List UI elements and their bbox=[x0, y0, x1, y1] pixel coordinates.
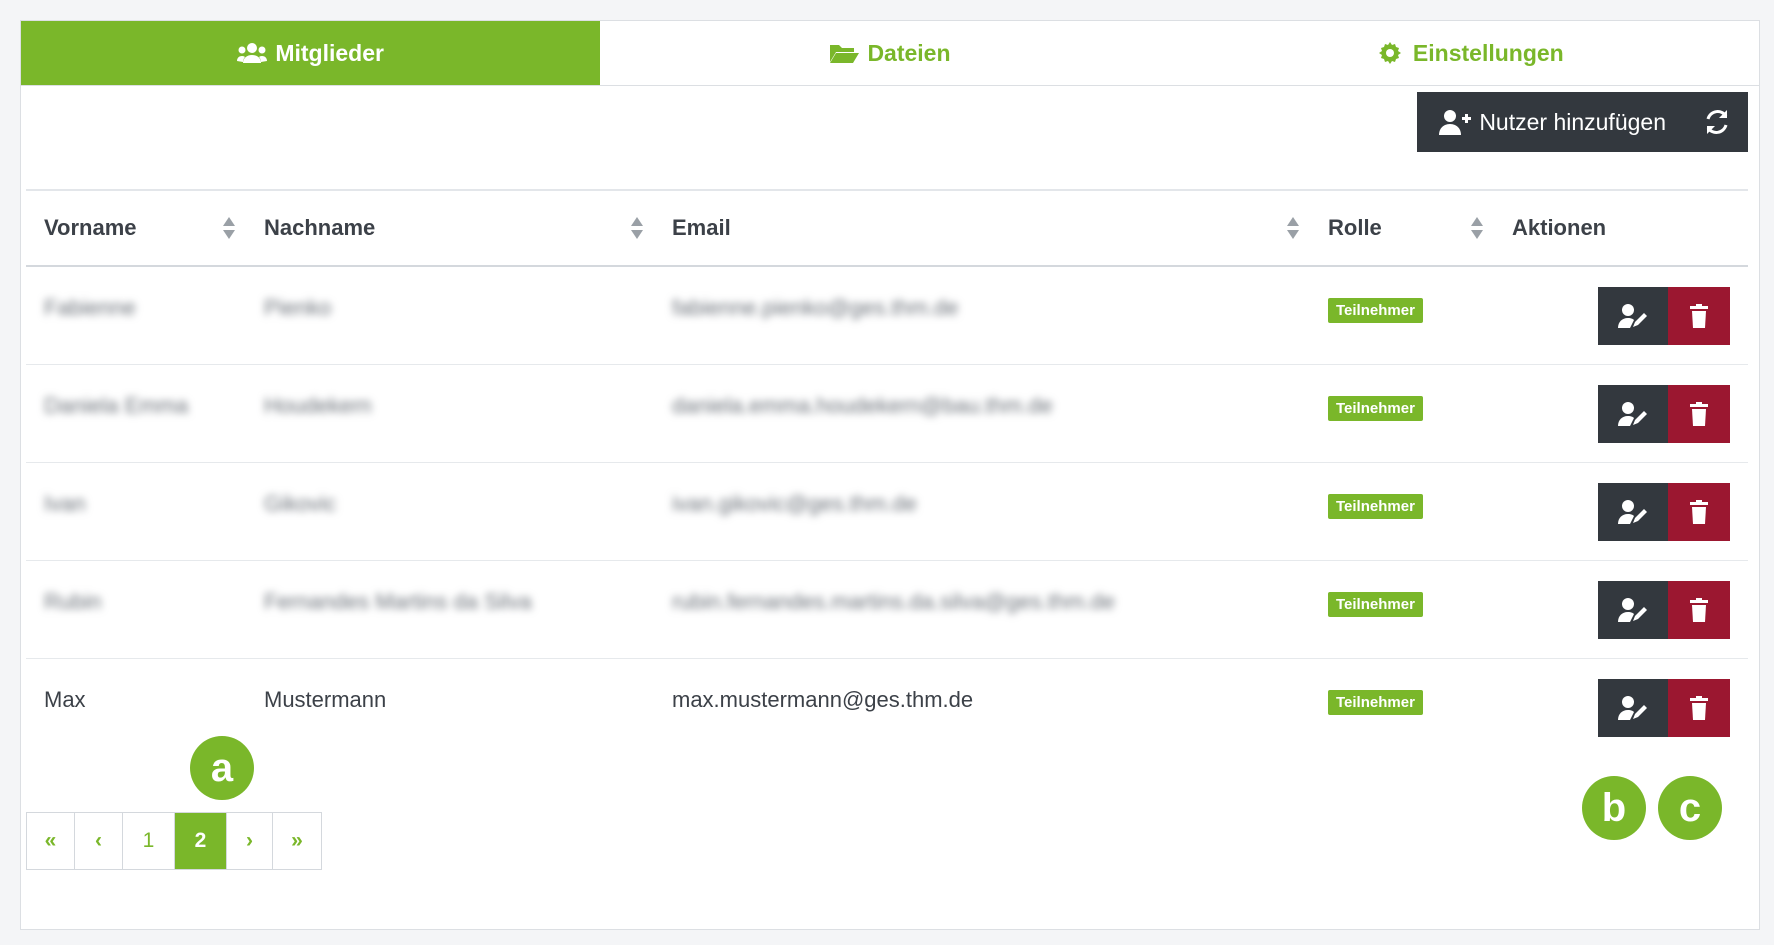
cell-role: Teilnehmer bbox=[1310, 365, 1494, 462]
page-1-button[interactable]: 1 bbox=[123, 813, 175, 869]
role-badge: Teilnehmer bbox=[1328, 298, 1423, 323]
sort-icon bbox=[223, 217, 235, 239]
tab-dateien[interactable]: Dateien bbox=[600, 21, 1179, 85]
cell-email: daniela.emma.houdekern@bau.thm.de bbox=[672, 393, 1053, 418]
sort-icon bbox=[1471, 217, 1483, 239]
cell-first-name: Ivan bbox=[44, 491, 86, 516]
cell-role: Teilnehmer bbox=[1310, 659, 1494, 757]
annotation-marker-a: a bbox=[190, 736, 254, 800]
delete-user-button[interactable] bbox=[1668, 679, 1730, 737]
delete-user-button[interactable] bbox=[1668, 483, 1730, 541]
tab-label: Dateien bbox=[867, 39, 951, 66]
role-badge: Teilnehmer bbox=[1328, 690, 1423, 715]
delete-user-button[interactable] bbox=[1668, 287, 1730, 345]
cell-last-name: Houdekern bbox=[264, 393, 372, 418]
row-actions bbox=[1598, 483, 1730, 541]
trash-icon bbox=[1690, 696, 1708, 720]
add-user-button[interactable]: Nutzer hinzufügen bbox=[1417, 92, 1686, 152]
tab-bar: Mitglieder Dateien Einstellungen bbox=[21, 21, 1759, 86]
edit-user-button[interactable] bbox=[1598, 385, 1668, 443]
users-icon bbox=[237, 43, 268, 63]
column-header-rolle[interactable]: Rolle bbox=[1310, 191, 1494, 265]
column-header-email[interactable]: Email bbox=[654, 191, 1310, 265]
first-page-button[interactable]: « bbox=[27, 813, 75, 869]
role-badge: Teilnehmer bbox=[1328, 494, 1423, 519]
cell-last-name: Gikovic bbox=[264, 491, 337, 516]
pagination: « ‹ 1 2 › » bbox=[26, 812, 322, 870]
annotation-marker-b: b bbox=[1582, 776, 1646, 840]
role-badge: Teilnehmer bbox=[1328, 396, 1423, 421]
cell-first-name: Fabienne bbox=[44, 295, 136, 320]
user-edit-icon bbox=[1618, 304, 1647, 328]
trash-icon bbox=[1690, 598, 1708, 622]
row-actions bbox=[1598, 581, 1730, 639]
trash-icon bbox=[1690, 402, 1708, 426]
last-page-button[interactable]: » bbox=[273, 813, 321, 869]
tab-label: Mitglieder bbox=[275, 39, 384, 66]
cell-last-name: Pienko bbox=[264, 295, 332, 320]
cell-role: Teilnehmer bbox=[1310, 267, 1494, 364]
cell-role: Teilnehmer bbox=[1310, 561, 1494, 658]
sort-icon bbox=[631, 217, 643, 239]
refresh-button[interactable] bbox=[1686, 92, 1748, 152]
cell-last-name: Mustermann bbox=[264, 687, 387, 712]
column-header-nachname[interactable]: Nachname bbox=[246, 191, 654, 265]
tab-label: Einstellungen bbox=[1412, 39, 1564, 66]
cell-last-name: Fernandes Martins da Silva bbox=[264, 589, 532, 614]
column-header-aktionen: Aktionen bbox=[1512, 215, 1607, 240]
column-header-vorname[interactable]: Vorname bbox=[26, 191, 246, 265]
table-row: Max Mustermann max.mustermann@ges.thm.de… bbox=[26, 659, 1748, 757]
sort-icon bbox=[1287, 217, 1299, 239]
cell-email: max.mustermann@ges.thm.de bbox=[672, 687, 974, 712]
row-actions bbox=[1598, 679, 1730, 737]
gear-icon bbox=[1378, 42, 1401, 64]
cell-first-name: Daniela Emma bbox=[44, 393, 189, 418]
page-2-button[interactable]: 2 bbox=[175, 813, 227, 869]
user-plus-icon bbox=[1439, 110, 1472, 135]
edit-user-button[interactable] bbox=[1598, 483, 1668, 541]
row-actions bbox=[1598, 385, 1730, 443]
user-toolbar: Nutzer hinzufügen bbox=[1417, 92, 1748, 152]
user-edit-icon bbox=[1618, 500, 1647, 524]
cell-email: ivan.gikovic@ges.thm.de bbox=[672, 491, 917, 516]
table-row: Daniela Emma Houdekern daniela.emma.houd… bbox=[26, 365, 1748, 463]
table-header: Vorname Nachname Email Rolle Aktionen bbox=[26, 189, 1748, 267]
refresh-icon bbox=[1706, 110, 1728, 134]
role-badge: Teilnehmer bbox=[1328, 592, 1423, 617]
table-row: Fabienne Pienko fabienne.pienko@ges.thm.… bbox=[26, 267, 1748, 365]
cell-email: rubin.fernandes.martins.da.silva@ges.thm… bbox=[672, 589, 1115, 614]
delete-user-button[interactable] bbox=[1668, 385, 1730, 443]
cell-role: Teilnehmer bbox=[1310, 463, 1494, 560]
user-edit-icon bbox=[1618, 696, 1647, 720]
trash-icon bbox=[1690, 500, 1708, 524]
table-row: Ivan Gikovic ivan.gikovic@ges.thm.de Tei… bbox=[26, 463, 1748, 561]
edit-user-button[interactable] bbox=[1598, 581, 1668, 639]
edit-user-button[interactable] bbox=[1598, 287, 1668, 345]
user-edit-icon bbox=[1618, 402, 1647, 426]
folder-open-icon bbox=[830, 45, 860, 63]
row-actions bbox=[1598, 287, 1730, 345]
edit-user-button[interactable] bbox=[1598, 679, 1668, 737]
next-page-button[interactable]: › bbox=[227, 813, 273, 869]
annotation-marker-c: c bbox=[1658, 776, 1722, 840]
cell-first-name: Rubin bbox=[44, 589, 102, 614]
user-edit-icon bbox=[1618, 598, 1647, 622]
table-row: Rubin Fernandes Martins da Silva rubin.f… bbox=[26, 561, 1748, 659]
tab-mitglieder[interactable]: Mitglieder bbox=[21, 21, 601, 85]
previous-page-button[interactable]: ‹ bbox=[75, 813, 123, 869]
add-user-label: Nutzer hinzufügen bbox=[1479, 108, 1666, 135]
trash-icon bbox=[1690, 304, 1708, 328]
tab-einstellungen[interactable]: Einstellungen bbox=[1180, 21, 1759, 85]
delete-user-button[interactable] bbox=[1668, 581, 1730, 639]
cell-email: fabienne.pienko@ges.thm.de bbox=[672, 295, 959, 320]
members-table: Vorname Nachname Email Rolle Aktionen Fa… bbox=[26, 189, 1748, 757]
